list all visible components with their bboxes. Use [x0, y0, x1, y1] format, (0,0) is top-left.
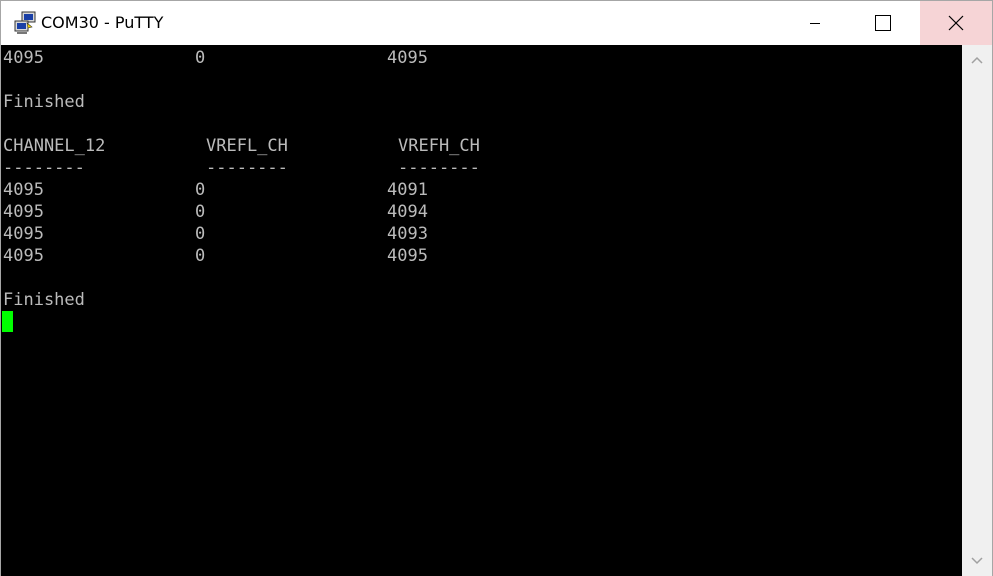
- terminal-cell: 4095: [387, 48, 428, 68]
- terminal-line: 4095 0 4095: [1, 47, 962, 69]
- terminal-area[interactable]: 4095 0 4095 Finished CHANNEL_12 VREFL_CH…: [1, 45, 962, 576]
- scroll-down-arrow-icon: [971, 557, 983, 565]
- column-header: VREFH_CH: [398, 136, 480, 156]
- maximize-button[interactable]: [860, 1, 906, 45]
- close-button[interactable]: [920, 1, 992, 45]
- terminal-cell: 4095: [3, 246, 44, 266]
- scroll-up-arrow-icon: [971, 56, 983, 64]
- minimize-icon: [810, 23, 820, 24]
- terminal-data-row: 4095 0 4095: [1, 245, 962, 267]
- terminal-cell: 4093: [387, 224, 428, 244]
- terminal-cell: 4091: [387, 180, 428, 200]
- vertical-scrollbar[interactable]: [962, 45, 992, 576]
- window-title: COM30 - PuTTY: [41, 13, 164, 32]
- terminal-cell: 0: [195, 180, 206, 200]
- finished-text: Finished: [3, 92, 85, 112]
- terminal-cell: 4095: [387, 246, 428, 266]
- terminal-cell: 4095: [3, 180, 44, 200]
- title-bar[interactable]: COM30 - PuTTY: [1, 1, 992, 45]
- column-separator: --------: [398, 158, 480, 178]
- terminal-cell: 4095: [3, 48, 44, 68]
- terminal-cell: 0: [195, 48, 206, 68]
- terminal-cell: 4094: [387, 202, 428, 222]
- terminal-cell: 4095: [3, 202, 44, 222]
- minimize-button[interactable]: [792, 1, 838, 45]
- terminal-cell: 0: [195, 224, 206, 244]
- column-header: CHANNEL_12: [3, 136, 106, 156]
- terminal-header-line: CHANNEL_12 VREFL_CH VREFH_CH: [1, 135, 962, 157]
- terminal-separator-line: -------- -------- --------: [1, 157, 962, 179]
- terminal-data-row: 4095 0 4091: [1, 179, 962, 201]
- terminal-cell: 0: [195, 246, 206, 266]
- close-icon: [948, 15, 964, 31]
- terminal-cursor: [2, 311, 13, 332]
- putty-window: COM30 - PuTTY 4095 0 4095 Finished CHANN…: [0, 0, 993, 576]
- column-separator: --------: [3, 158, 85, 178]
- maximize-icon: [875, 15, 891, 31]
- terminal-data-row: 4095 0 4094: [1, 201, 962, 223]
- column-header: VREFL_CH: [206, 136, 288, 156]
- column-separator: --------: [206, 158, 288, 178]
- scroll-up-button[interactable]: [962, 45, 992, 75]
- terminal-line: Finished: [1, 91, 962, 113]
- finished-text: Finished: [3, 290, 85, 310]
- putty-icon[interactable]: [13, 11, 37, 35]
- terminal-data-row: 4095 0 4093: [1, 223, 962, 245]
- terminal-cell: 0: [195, 202, 206, 222]
- terminal-cell: 4095: [3, 224, 44, 244]
- scroll-down-button[interactable]: [962, 546, 992, 576]
- terminal-line: Finished: [1, 289, 962, 311]
